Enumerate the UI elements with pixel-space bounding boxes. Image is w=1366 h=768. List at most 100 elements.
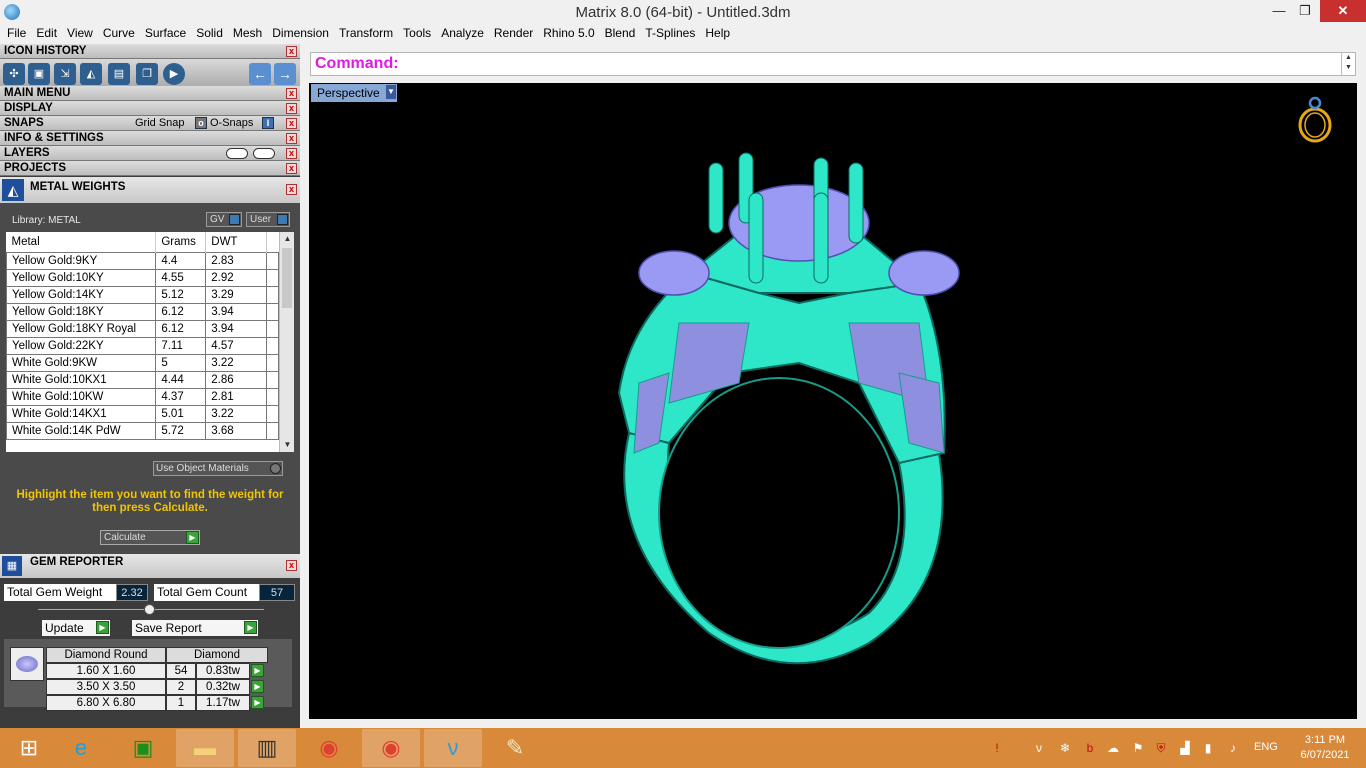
vpn-tray-icon[interactable]: ν [1031, 740, 1047, 756]
table-row[interactable]: White Gold:10KX1 4.44 2.86 [6, 370, 279, 389]
eye-icon[interactable] [253, 148, 275, 159]
metal-weight-icon[interactable]: ◭ [80, 63, 102, 85]
clock[interactable]: 3:11 PM 6/07/2021 [1295, 733, 1355, 763]
forward-arrow-icon[interactable]: → [274, 63, 296, 85]
perspective-viewport[interactable]: Perspective ▼ [309, 83, 1357, 719]
file-explorer-icon[interactable]: ▬ [176, 729, 234, 767]
close-icon[interactable]: x [286, 103, 297, 114]
column-header-metal[interactable]: Metal [6, 232, 157, 252]
gem-slider[interactable] [38, 604, 264, 615]
gv-toggle[interactable]: GV [206, 212, 242, 227]
user-toggle[interactable]: User [246, 212, 290, 227]
menu-solid[interactable]: Solid [191, 24, 228, 44]
menu-curve[interactable]: Curve [98, 24, 140, 44]
save-report-button[interactable]: Save Report ▶ [132, 620, 258, 636]
column-header-dwt[interactable]: DWT [205, 232, 268, 252]
table-row[interactable]: Yellow Gold:14KY 5.12 3.29 [6, 285, 279, 304]
slider-knob[interactable] [144, 604, 155, 615]
close-icon[interactable]: x [286, 46, 297, 57]
section-icon-history[interactable]: ICON HISTORY x [0, 44, 300, 59]
beats-icon[interactable]: b [1082, 740, 1098, 756]
close-icon[interactable]: x [286, 88, 297, 99]
calculate-button[interactable]: Calculate ▶ [100, 530, 200, 545]
menu-render[interactable]: Render [489, 24, 538, 44]
close-icon[interactable]: x [286, 560, 297, 571]
menu-edit[interactable]: Edit [31, 24, 62, 44]
close-icon[interactable]: x [286, 148, 297, 159]
table-row[interactable]: Yellow Gold:18KY Royal 6.12 3.94 [6, 319, 279, 338]
menu-help[interactable]: Help [700, 24, 735, 44]
table-row[interactable]: Yellow Gold:9KY 4.4 2.83 [6, 251, 279, 270]
chrome-icon[interactable]: ◉ [300, 729, 358, 767]
command-input[interactable] [403, 55, 1333, 73]
back-arrow-icon[interactable]: ← [249, 63, 271, 85]
volume-icon[interactable]: ♪ [1225, 740, 1241, 756]
osnaps-toggle[interactable]: I [262, 117, 274, 129]
section-projects[interactable]: PROJECTS x [0, 161, 300, 176]
signal-icon[interactable]: ▟ [1177, 740, 1193, 756]
paint-icon[interactable]: ✎ [486, 729, 544, 767]
matrix-icon[interactable]: ▥ [238, 729, 296, 767]
grid-snap-toggle[interactable]: o [195, 117, 207, 129]
chrome-icon[interactable]: ◉ [362, 729, 420, 767]
render-icon[interactable]: ▤ [108, 63, 130, 85]
store-icon[interactable]: ▣ [114, 729, 172, 767]
close-icon[interactable]: x [286, 163, 297, 174]
menu-mesh[interactable]: Mesh [228, 24, 267, 44]
menu-dimension[interactable]: Dimension [267, 24, 334, 44]
section-layers[interactable]: LAYERS x [0, 146, 300, 161]
section-main-menu[interactable]: MAIN MENU x [0, 86, 300, 101]
select-gem-row-icon[interactable]: ▶ [251, 680, 264, 693]
close-icon[interactable]: x [286, 184, 297, 195]
maximize-button[interactable]: ❐ [1288, 0, 1322, 22]
table-row[interactable]: White Gold:9KW 5 3.22 [6, 353, 279, 372]
section-info-settings[interactable]: INFO & SETTINGS x [0, 131, 300, 146]
layer-visibility-icon[interactable] [226, 148, 248, 159]
copy-icon[interactable]: ❐ [136, 63, 158, 85]
table-row[interactable]: Yellow Gold:22KY 7.11 4.57 [6, 336, 279, 355]
scroll-up-icon[interactable]: ▲ [280, 232, 294, 246]
vpn-icon[interactable]: ν [424, 729, 482, 767]
viewport-dropdown-icon[interactable]: ▼ [386, 85, 396, 99]
update-button[interactable]: Update ▶ [42, 620, 110, 636]
menu-blend[interactable]: Blend [600, 24, 641, 44]
play-icon[interactable]: ▶ [163, 63, 185, 85]
table-row[interactable]: Yellow Gold:10KY 4.55 2.92 [6, 268, 279, 287]
flag-icon[interactable]: ⚑ [1130, 740, 1146, 756]
ie-icon[interactable]: e [52, 729, 110, 767]
alert-icon[interactable]: ! [989, 740, 1005, 756]
menu-analyze[interactable]: Analyze [436, 24, 489, 44]
menu-file[interactable]: File [2, 24, 31, 44]
menu-tsplines[interactable]: T-Splines [640, 24, 700, 44]
scroll-down-icon[interactable]: ▼ [280, 438, 294, 452]
select-gem-row-icon[interactable]: ▶ [251, 664, 264, 677]
close-icon[interactable]: x [286, 118, 297, 129]
select-gem-row-icon[interactable]: ▶ [251, 696, 264, 709]
language-indicator[interactable]: ENG [1254, 741, 1278, 753]
cloud-icon[interactable]: ☁ [1105, 740, 1121, 756]
table-row[interactable]: Yellow Gold:18KY 6.12 3.94 [6, 302, 279, 321]
snowflake-icon[interactable]: ❄ [1057, 740, 1073, 756]
transform-icon[interactable]: ⇲ [54, 63, 76, 85]
column-header-grams[interactable]: Grams [155, 232, 207, 252]
viewport-label[interactable]: Perspective [311, 84, 397, 102]
menu-rhino5[interactable]: Rhino 5.0 [538, 24, 599, 44]
menu-tools[interactable]: Tools [398, 24, 436, 44]
scroll-thumb[interactable] [282, 248, 292, 308]
section-display[interactable]: DISPLAY x [0, 101, 300, 116]
menu-surface[interactable]: Surface [140, 24, 191, 44]
tool-history-icon[interactable]: ✣ [3, 63, 25, 85]
use-object-materials-toggle[interactable]: Use Object Materials [153, 461, 283, 476]
command-history-spinner[interactable]: ▲ ▼ [1341, 53, 1355, 75]
shield-icon[interactable]: ⛨ [1153, 740, 1169, 756]
section-snaps[interactable]: SNAPS Grid Snap o O-Snaps I x [0, 116, 300, 131]
table-row[interactable]: White Gold:14K PdW 5.72 3.68 [6, 421, 279, 440]
save-icon[interactable]: ▣ [28, 63, 50, 85]
battery-icon[interactable]: ▮ [1200, 740, 1216, 756]
start-icon[interactable]: ⊞ [0, 729, 58, 767]
table-row[interactable]: White Gold:14KX1 5.01 3.22 [6, 404, 279, 423]
table-row[interactable]: White Gold:10KW 4.37 2.81 [6, 387, 279, 406]
menu-view[interactable]: View [62, 24, 98, 44]
menu-transform[interactable]: Transform [334, 24, 398, 44]
metal-table-scrollbar[interactable]: ▲ ▼ [279, 232, 294, 452]
